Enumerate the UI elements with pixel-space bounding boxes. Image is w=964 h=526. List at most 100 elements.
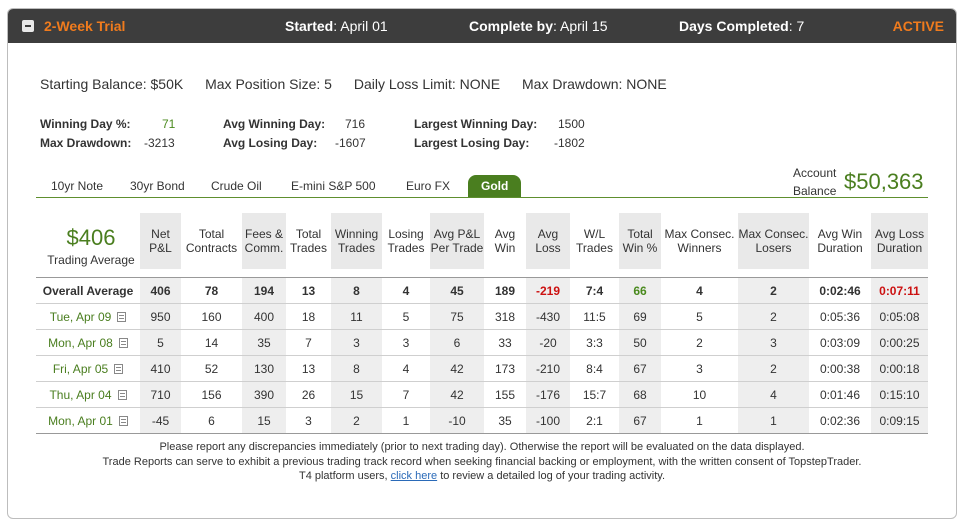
table-cell: 5 <box>696 310 703 324</box>
table-cell: 4 <box>738 382 809 408</box>
table-cell: 68 <box>619 382 661 408</box>
started-label: Started <box>285 18 334 34</box>
table-cell: 3 <box>696 362 703 376</box>
footer-note-3-prefix: T4 platform users, <box>298 470 388 482</box>
overall-cell: 194 <box>242 278 286 304</box>
daily-loss-limit: Daily Loss Limit: NONE <box>353 76 501 92</box>
overall-cell: 45 <box>430 278 484 304</box>
avg-winning-day-value: 716 <box>345 117 366 131</box>
table-cell: 10 <box>692 388 707 402</box>
table-cell: 6 <box>208 414 215 428</box>
day-row-date[interactable]: Mon, Apr 01 <box>36 408 140 434</box>
table-cell: 5 <box>402 310 410 324</box>
table-cell: 950 <box>140 304 181 330</box>
table-cell: 5 <box>140 330 181 356</box>
tab-emini-sp500[interactable]: E-mini S&P 500 <box>291 175 376 197</box>
overall-cell: 4 <box>696 284 703 298</box>
column-header: W/L Trades <box>576 227 613 255</box>
table-cell: 7 <box>402 388 410 402</box>
table-cell: 0:02:36 <box>819 414 861 428</box>
table-cell: 0:00:18 <box>871 356 928 382</box>
status-badge: ACTIVE <box>892 18 944 34</box>
day-row-date[interactable]: Mon, Apr 08 <box>36 330 140 356</box>
table-cell: -20 <box>526 330 570 356</box>
report-document-icon[interactable] <box>117 311 127 322</box>
collapse-toggle-icon[interactable] <box>22 20 34 32</box>
table-cell: 0:05:08 <box>871 304 928 330</box>
tab-gold[interactable]: Gold <box>468 175 522 197</box>
table-cell: 0:00:38 <box>819 362 861 376</box>
max-position-size: Max Position Size: 5 <box>205 76 332 92</box>
overall-cell: 78 <box>204 284 219 298</box>
column-header: Avg Loss Duration <box>871 213 928 269</box>
days-value: : 7 <box>788 18 805 34</box>
largest-winning-day-label: Largest Winning Day: <box>414 117 538 131</box>
overall-cell: 0:07:11 <box>871 278 928 304</box>
table-cell: 0:09:15 <box>871 408 928 434</box>
table-cell: 18 <box>301 310 316 324</box>
day-row-date[interactable]: Thu, Apr 04 <box>36 382 140 408</box>
day-row-date-label: Mon, Apr 01 <box>48 414 113 428</box>
overall-cell: 189 <box>494 284 516 298</box>
report-document-icon[interactable] <box>118 337 128 348</box>
column-header: Fees & Comm. <box>242 213 286 269</box>
table-cell: 15 <box>242 408 286 434</box>
largest-losing-day-value: -1802 <box>554 136 585 150</box>
column-header: Max Consec. Winners <box>664 227 735 255</box>
overall-average-label: Overall Average <box>42 284 134 298</box>
tab-30yr-bond[interactable]: 30yr Bond <box>130 175 185 197</box>
table-cell: -10 <box>430 408 484 434</box>
table-cell: -100 <box>526 408 570 434</box>
table-cell: 6 <box>430 330 484 356</box>
days-label: Days Completed <box>679 18 789 34</box>
tab-crude-oil[interactable]: Crude Oil <box>211 175 262 197</box>
report-document-icon[interactable] <box>117 389 127 400</box>
footer-note-3: T4 platform users, click here to review … <box>8 470 956 482</box>
table-cell: 173 <box>494 362 516 376</box>
table-cell: 1 <box>696 414 703 428</box>
column-header: Net P&L <box>140 213 181 269</box>
click-here-link[interactable]: click here <box>391 470 437 482</box>
tab-10yr-note[interactable]: 10yr Note <box>51 175 103 197</box>
table-cell: -430 <box>526 304 570 330</box>
table-cell: 3 <box>402 336 410 350</box>
account-balance-value: $50,363 <box>844 169 924 194</box>
table-cell: 42 <box>430 382 484 408</box>
overall-cell: 0:02:46 <box>819 284 861 298</box>
avg-winning-day-label: Avg Winning Day: <box>223 117 326 131</box>
table-cell: 2 <box>696 336 703 350</box>
winning-day-pct-label: Winning Day %: <box>40 117 131 131</box>
started-info: Started: April 01 <box>285 18 388 34</box>
column-header: Avg Win Duration <box>817 227 863 255</box>
row-divider <box>36 433 928 434</box>
table-cell: 26 <box>301 388 316 402</box>
table-cell: 67 <box>619 408 661 434</box>
complete-info: Complete by: April 15 <box>469 18 608 34</box>
complete-value: : April 15 <box>553 18 608 34</box>
trial-title: 2-Week Trial <box>44 18 126 34</box>
largest-losing-day-stat: Largest Losing Day: -1802 <box>414 136 585 150</box>
overall-cell: 66 <box>619 278 661 304</box>
days-completed-info: Days Completed: 7 <box>679 18 804 34</box>
table-cell: 0:00:25 <box>871 330 928 356</box>
column-header: Avg Win <box>494 227 516 255</box>
table-cell: 2:1 <box>586 414 603 428</box>
report-document-icon[interactable] <box>118 415 128 426</box>
winning-day-pct-stat: Winning Day %: 71 <box>40 117 175 131</box>
table-cell: 3 <box>331 330 382 356</box>
table-cell: 710 <box>140 382 181 408</box>
day-row-date-label: Tue, Apr 09 <box>49 310 112 324</box>
table-cell: 3 <box>305 414 312 428</box>
column-header: Total Win % <box>619 213 661 269</box>
account-label-line2: Balance <box>793 184 837 198</box>
report-document-icon[interactable] <box>114 363 124 374</box>
overall-cell: 8 <box>331 278 382 304</box>
table-cell: 400 <box>242 304 286 330</box>
day-row-date[interactable]: Tue, Apr 09 <box>36 304 140 330</box>
max-drawdown-value: -3213 <box>144 136 175 150</box>
footer-note-3-suffix: to review a detailed log of your trading… <box>440 470 666 482</box>
table-cell: 155 <box>494 388 516 402</box>
table-cell: 4 <box>402 362 410 376</box>
day-row-date[interactable]: Fri, Apr 05 <box>36 356 140 382</box>
tab-euro-fx[interactable]: Euro FX <box>406 175 450 197</box>
